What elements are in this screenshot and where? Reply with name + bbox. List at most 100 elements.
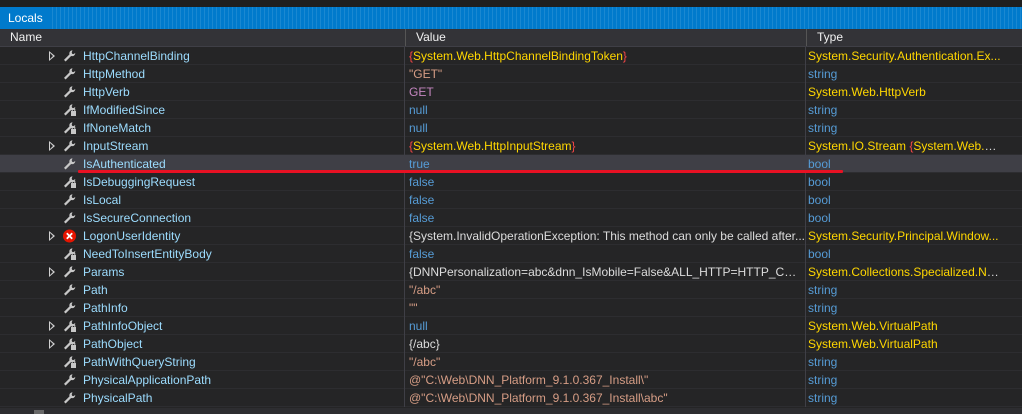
locals-row[interactable]: PathInfoObject null System.Web.VirtualPath: [0, 317, 1022, 335]
variable-name: NeedToInsertEntityBody: [83, 247, 212, 261]
wrench-lock-icon: [62, 121, 77, 135]
expand-arrow-icon[interactable]: [49, 339, 55, 349]
locals-row[interactable]: PhysicalPath @"C:\Web\DNN_Platform_9.1.0.…: [0, 389, 1022, 407]
expand-arrow-icon[interactable]: [49, 141, 55, 151]
column-header-type[interactable]: Type: [807, 29, 1022, 46]
name-cell: InputStream: [0, 137, 405, 155]
locals-row[interactable]: IfModifiedSince null string: [0, 101, 1022, 119]
locals-row[interactable]: PathObject {/abc} System.Web.VirtualPath: [0, 335, 1022, 353]
expand-arrow-icon[interactable]: [49, 231, 55, 241]
type-segment: string: [808, 355, 838, 369]
variable-name: Path: [83, 283, 108, 297]
value-cell[interactable]: {System.InvalidOperationException: This …: [405, 227, 806, 245]
expand-arrow-icon[interactable]: [49, 267, 55, 277]
type-segment: System.Web.VirtualPath: [808, 337, 938, 351]
value-segment: false: [409, 247, 435, 261]
locals-row[interactable]: IsDebuggingRequest false bool: [0, 173, 1022, 191]
value-segment: System.Web.HttpChannelBindingToken: [413, 49, 623, 63]
type-cell: string: [806, 101, 1002, 119]
type-cell: System.Web.HttpVerb: [806, 83, 1002, 101]
value-cell[interactable]: false: [405, 209, 806, 227]
name-cell: IsLocal: [0, 191, 405, 209]
wrench-icon: [62, 139, 77, 153]
column-header-value[interactable]: Value: [406, 29, 807, 46]
type-segment: string: [808, 391, 838, 405]
type-cell: bool: [806, 191, 1002, 209]
name-cell: NeedToInsertEntityBody: [0, 245, 405, 263]
value-cell[interactable]: GET: [405, 83, 806, 101]
variable-name: PathWithQueryString: [83, 355, 196, 369]
variable-name: IfModifiedSince: [83, 103, 166, 117]
variable-name: IsSecureConnection: [83, 211, 192, 225]
wrench-lock-icon: [62, 103, 77, 117]
horizontal-scrollbar[interactable]: [0, 408, 1022, 414]
locals-row[interactable]: HttpChannelBinding {System.Web.HttpChanne…: [0, 47, 1022, 65]
value-cell[interactable]: {System.Web.HttpInputStream}: [405, 137, 806, 155]
locals-row[interactable]: PathInfo "" string: [0, 299, 1022, 317]
type-segment: string: [808, 283, 838, 297]
value-cell[interactable]: "/abc": [405, 281, 806, 299]
locals-row[interactable]: Params {DNNPersonalization=abc&dnn_IsMobi…: [0, 263, 1022, 281]
type-segment: bool: [808, 157, 831, 171]
value-segment: null: [409, 121, 428, 135]
value-segment: "/abc": [409, 283, 441, 297]
locals-row[interactable]: PhysicalApplicationPath @"C:\Web\DNN_Plat…: [0, 371, 1022, 389]
locals-row[interactable]: IfNoneMatch null string: [0, 119, 1022, 137]
name-cell: PathInfo: [0, 299, 405, 317]
type-segment: System.Web.VirtualPath: [808, 319, 938, 333]
wrench-icon: [62, 157, 77, 171]
value-cell[interactable]: "": [405, 299, 806, 317]
expand-arrow-icon[interactable]: [49, 321, 55, 331]
variable-name: HttpMethod: [83, 67, 146, 81]
type-cell: System.Web.VirtualPath: [806, 335, 1002, 353]
value-segment: false: [409, 175, 435, 189]
value-cell[interactable]: {System.Web.HttpChannelBindingToken}: [405, 47, 806, 65]
locals-row[interactable]: LogonUserIdentity {System.InvalidOperatio…: [0, 227, 1022, 245]
type-cell: System.Web.VirtualPath: [806, 317, 1002, 335]
type-cell: bool: [806, 245, 1002, 263]
wrench-lock-icon: [62, 319, 77, 333]
type-cell: System.IO.Stream {System.Web.Htt...: [806, 137, 1002, 155]
type-segment: System.Security.Principal.Window...: [808, 229, 999, 243]
value-cell[interactable]: false: [405, 173, 806, 191]
locals-row[interactable]: HttpMethod "GET" string: [0, 65, 1022, 83]
value-cell[interactable]: null: [405, 317, 806, 335]
expand-arrow-icon[interactable]: [49, 51, 55, 61]
name-cell: HttpChannelBinding: [0, 47, 405, 65]
locals-row[interactable]: HttpVerb GET System.Web.HttpVerb: [0, 83, 1022, 101]
value-segment: false: [409, 193, 435, 207]
value-segment: {System.InvalidOperationException: This …: [409, 229, 805, 243]
value-cell[interactable]: null: [405, 101, 806, 119]
name-cell: Path: [0, 281, 405, 299]
column-header-name[interactable]: Name: [0, 29, 406, 46]
value-segment: @"C:\Web\DNN_Platform_9.1.0.367_Install\…: [409, 373, 649, 387]
locals-row[interactable]: PathWithQueryString "/abc" string: [0, 353, 1022, 371]
name-cell: IfNoneMatch: [0, 119, 405, 137]
window-title: Locals: [0, 7, 51, 29]
locals-row[interactable]: IsSecureConnection false bool: [0, 209, 1022, 227]
value-cell[interactable]: false: [405, 191, 806, 209]
locals-row[interactable]: NeedToInsertEntityBody false bool: [0, 245, 1022, 263]
scrollbar-thumb[interactable]: [34, 410, 44, 414]
wrench-icon: [62, 265, 77, 279]
value-cell[interactable]: false: [405, 245, 806, 263]
tool-window-tab[interactable]: Locals: [0, 7, 1022, 29]
value-cell[interactable]: {/abc}: [405, 335, 806, 353]
wrench-icon: [62, 211, 77, 225]
wrench-lock-icon: [62, 247, 77, 261]
wrench-icon: [62, 283, 77, 297]
wrench-lock-icon: [62, 175, 77, 189]
value-cell[interactable]: null: [405, 119, 806, 137]
locals-row[interactable]: Path "/abc" string: [0, 281, 1022, 299]
value-cell[interactable]: @"C:\Web\DNN_Platform_9.1.0.367_Install\…: [405, 371, 806, 389]
value-cell[interactable]: "GET": [405, 65, 806, 83]
type-segment: bool: [808, 175, 831, 189]
variable-name: IsDebuggingRequest: [83, 175, 196, 189]
locals-row[interactable]: IsLocal false bool: [0, 191, 1022, 209]
value-cell[interactable]: "/abc": [405, 353, 806, 371]
wrench-icon: [62, 373, 77, 387]
locals-row[interactable]: InputStream {System.Web.HttpInputStream} S…: [0, 137, 1022, 155]
value-cell[interactable]: @"C:\Web\DNN_Platform_9.1.0.367_Install\…: [405, 389, 806, 407]
error-icon: [62, 229, 77, 243]
value-cell[interactable]: {DNNPersonalization=abc&dnn_IsMobile=Fal…: [405, 263, 806, 281]
